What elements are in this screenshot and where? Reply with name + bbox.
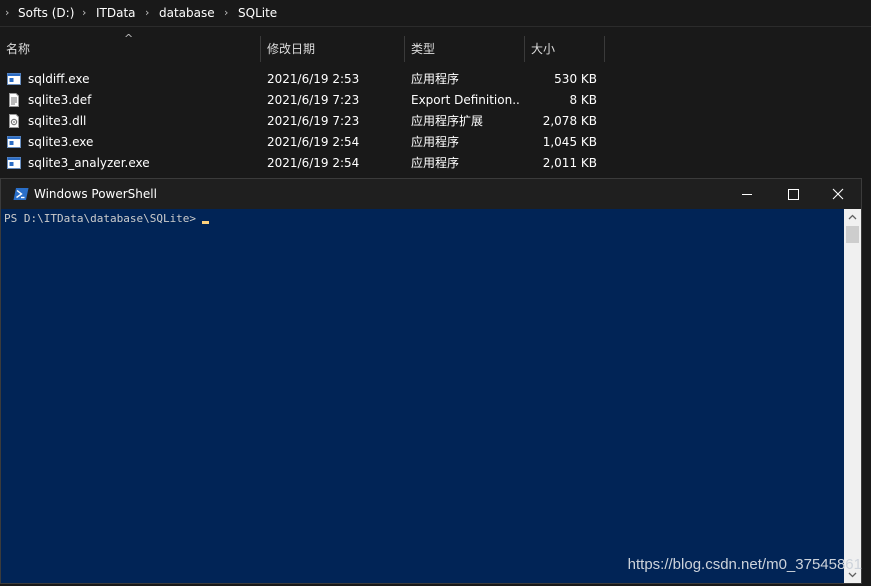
file-type: 应用程序 [411, 135, 460, 149]
minimize-button[interactable] [724, 179, 770, 209]
file-row[interactable]: sqldiff.exe 2021/6/19 2:53 应用程序 530 KB [0, 69, 620, 90]
file-date: 2021/6/19 2:53 [267, 72, 360, 86]
console-area[interactable]: PS D:\ITData\database\SQLite> [1, 209, 844, 583]
file-row[interactable]: sqlite3.exe 2021/6/19 2:54 应用程序 1,045 KB [0, 132, 620, 153]
breadcrumb-item[interactable]: Softs (D:) [18, 5, 74, 21]
minimize-icon [742, 194, 752, 195]
console-prompt: PS D:\ITData\database\SQLite> [4, 212, 197, 225]
file-type: 应用程序 [411, 156, 460, 170]
chevron-right-icon[interactable]: › [82, 5, 86, 21]
window-title: Windows PowerShell [34, 187, 157, 201]
column-headers: 名称 修改日期 类型 大小 [0, 36, 871, 62]
file-type: Export Definition... [411, 93, 519, 107]
file-row[interactable]: sqlite3.def 2021/6/19 7:23 Export Defini… [0, 90, 620, 111]
column-header-name[interactable]: 名称 [6, 36, 30, 62]
file-type: 应用程序 [411, 72, 460, 86]
maximize-button[interactable] [770, 179, 816, 209]
file-date: 2021/6/19 2:54 [267, 156, 360, 170]
document-icon [9, 93, 19, 107]
dll-icon [9, 114, 19, 128]
file-type: 应用程序扩展 [411, 114, 484, 128]
text-cursor [202, 221, 210, 224]
file-row[interactable]: sqlite3.dll 2021/6/19 7:23 应用程序扩展 2,078 … [0, 111, 620, 132]
file-name: sqlite3_analyzer.exe [28, 156, 150, 170]
console-prompt-line: PS D:\ITData\database\SQLite> [4, 211, 210, 227]
close-icon [832, 188, 844, 200]
file-size: 1,045 KB [542, 135, 597, 149]
chevron-up-icon [848, 214, 857, 220]
title-bar[interactable]: Windows PowerShell [1, 179, 861, 209]
chevron-right-icon[interactable]: › [5, 5, 9, 21]
vertical-scrollbar[interactable] [844, 209, 861, 583]
file-size: 530 KB [554, 72, 597, 86]
executable-icon [7, 136, 21, 148]
powershell-icon [13, 188, 29, 200]
file-date: 2021/6/19 7:23 [267, 114, 360, 128]
file-row[interactable]: sqlite3_analyzer.exe 2021/6/19 2:54 应用程序… [0, 153, 620, 174]
executable-icon [7, 157, 21, 169]
scrollbar-thumb[interactable] [846, 226, 859, 243]
file-date: 2021/6/19 2:54 [267, 135, 360, 149]
file-explorer: › Softs (D:) › ITData › database › SQLit… [0, 0, 871, 180]
executable-icon [7, 73, 21, 85]
column-header-size[interactable]: 大小 [531, 36, 555, 62]
file-size: 2,078 KB [542, 114, 597, 128]
file-date: 2021/6/19 7:23 [267, 93, 360, 107]
column-divider[interactable] [604, 36, 605, 62]
maximize-icon [788, 189, 799, 200]
file-name: sqlite3.dll [28, 114, 87, 128]
breadcrumb-item[interactable]: SQLite [238, 5, 277, 21]
column-divider[interactable] [260, 36, 261, 62]
file-name: sqlite3.def [28, 93, 92, 107]
breadcrumb: › Softs (D:) › ITData › database › SQLit… [0, 0, 871, 27]
column-divider[interactable] [404, 36, 405, 62]
close-button[interactable] [815, 179, 861, 209]
chevron-right-icon[interactable]: › [224, 5, 228, 21]
file-name: sqldiff.exe [28, 72, 90, 86]
breadcrumb-item[interactable]: ITData [96, 5, 136, 21]
column-divider[interactable] [524, 36, 525, 62]
watermark: https://blog.csdn.net/m0_37545861 [627, 556, 862, 573]
column-header-type[interactable]: 类型 [411, 36, 435, 62]
powershell-window[interactable]: Windows PowerShell PS D:\ITData\database… [0, 178, 862, 584]
scroll-up-button[interactable] [844, 209, 861, 226]
file-size: 8 KB [569, 93, 597, 107]
breadcrumb-item[interactable]: database [159, 5, 215, 21]
column-header-date[interactable]: 修改日期 [267, 36, 315, 62]
file-name: sqlite3.exe [28, 135, 94, 149]
file-size: 2,011 KB [542, 156, 597, 170]
chevron-right-icon[interactable]: › [145, 5, 149, 21]
